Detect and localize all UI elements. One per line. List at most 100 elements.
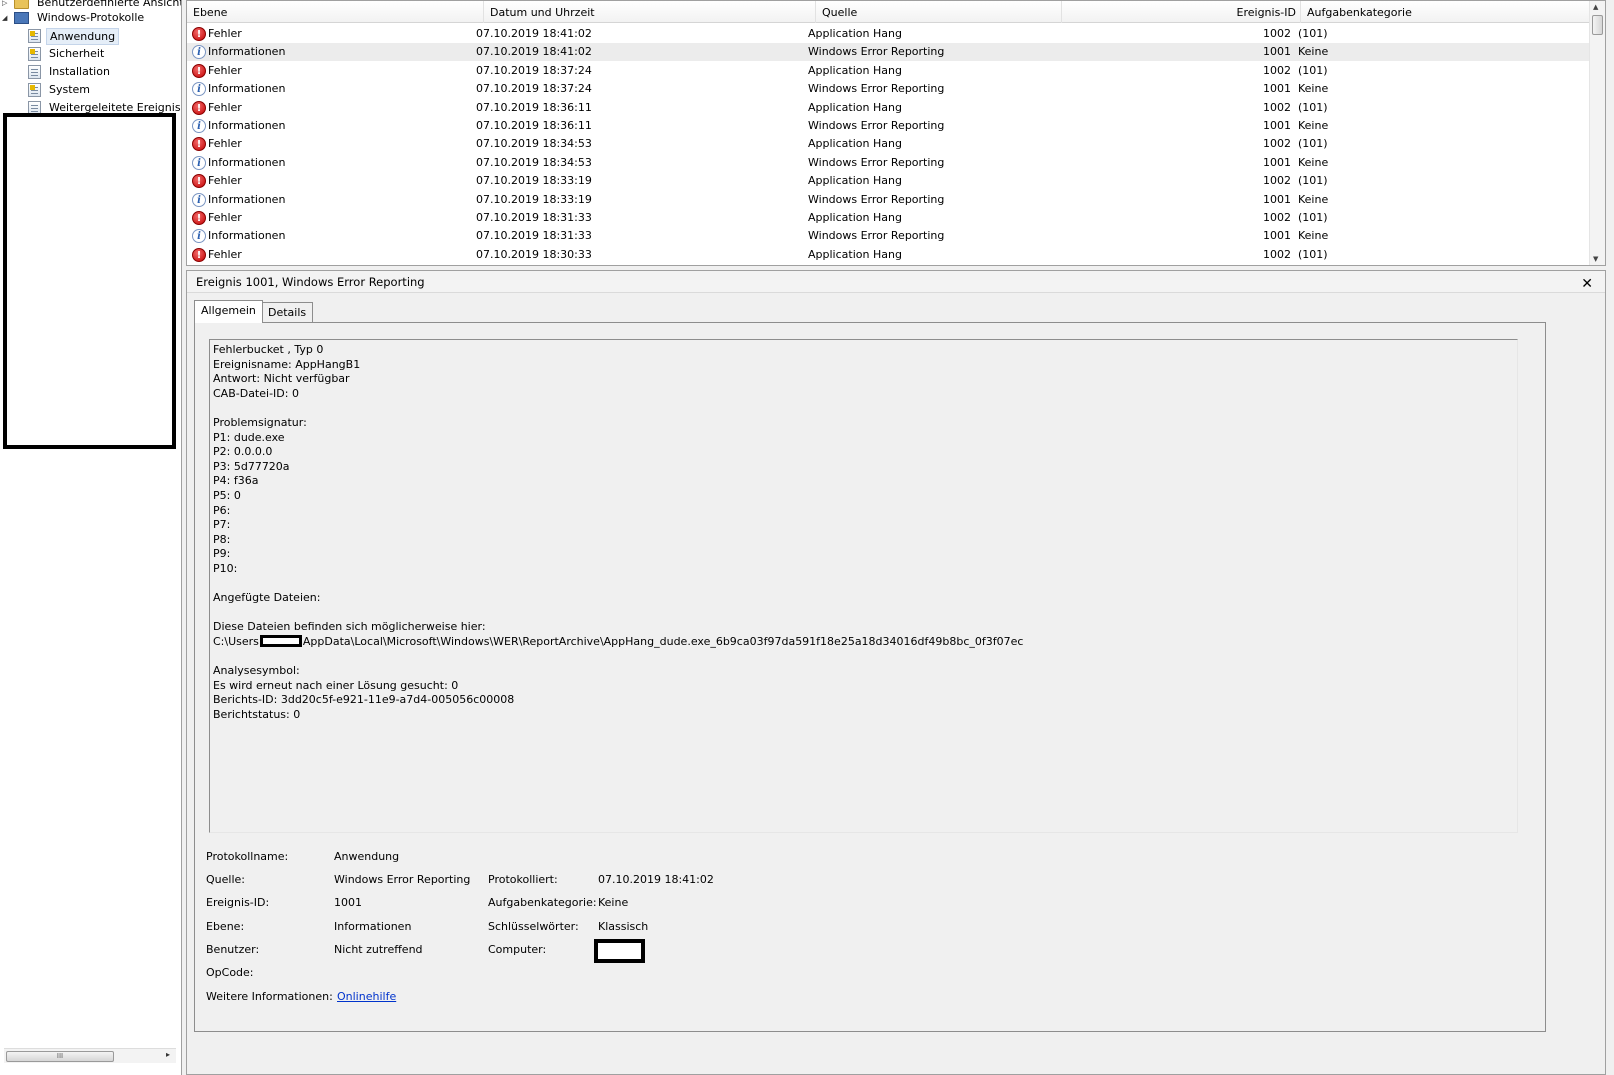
prop-computer-label: Computer: <box>488 943 547 956</box>
column-header-level[interactable]: Ebene <box>187 1 484 23</box>
table-row[interactable]: ! Fehler 07.10.2019 18:37:24 Application Ha… <box>187 62 1589 80</box>
detail-title: Ereignis 1001, Windows Error Reporting ✕ <box>187 271 1605 293</box>
expand-icon[interactable]: ▷ <box>2 0 10 7</box>
event-id-cell: 1001 <box>1263 45 1291 59</box>
table-row[interactable]: i Informationen 07.10.2019 18:33:19 Windows… <box>187 191 1589 209</box>
error-icon: ! <box>192 27 206 41</box>
collapse-icon[interactable]: ◢ <box>2 14 10 22</box>
tree-item-setup[interactable]: Installation <box>28 63 113 81</box>
prop-keywords-value: Klassisch <box>598 920 649 933</box>
date-cell: 07.10.2019 18:34:53 <box>476 155 592 169</box>
table-row[interactable]: ! Fehler 07.10.2019 18:41:02 Application Ha… <box>187 25 1589 43</box>
level-cell: Fehler <box>208 247 242 261</box>
description-block-after: Analysesymbol: Es wird erneut nach einer… <box>213 664 515 721</box>
source-cell: Windows Error Reporting <box>808 119 945 132</box>
category-cell: (101) <box>1298 27 1328 40</box>
event-list: Ebene Datum und Uhrzeit Quelle Ereignis-… <box>186 0 1606 266</box>
tree-item-label: Anwendung <box>46 27 120 45</box>
scrollbar-thumb[interactable]: III <box>6 1051 114 1062</box>
table-row[interactable]: ! Fehler 07.10.2019 18:36:11 Application Ha… <box>187 99 1589 117</box>
prop-source-label: Quelle: <box>206 873 245 886</box>
table-row[interactable]: i Informationen 07.10.2019 18:34:53 Windows… <box>187 154 1589 172</box>
prop-category-value: Keine <box>598 896 629 909</box>
category-cell: (101) <box>1298 137 1328 151</box>
prop-level-label: Ebene: <box>206 920 245 933</box>
source-cell: Windows Error Reporting <box>808 229 945 243</box>
source-cell: Windows Error Reporting <box>808 192 945 206</box>
error-icon: ! <box>192 211 206 225</box>
scroll-right-arrow-icon[interactable]: ▸ <box>166 1050 170 1059</box>
table-row[interactable]: i Informationen 07.10.2019 18:37:24 Windows… <box>187 80 1589 98</box>
event-id-cell: 1002 <box>1263 63 1291 77</box>
path-suffix: AppData\Local\Microsoft\Windows\WER\Repo… <box>302 634 1024 648</box>
event-id-cell: 1002 <box>1263 211 1291 224</box>
table-row[interactable]: ! Fehler 07.10.2019 18:34:53 Application Ha… <box>187 135 1589 153</box>
info-icon: i <box>192 229 206 244</box>
event-id-cell: 1001 <box>1263 155 1291 169</box>
source-cell: Application Hang <box>808 27 902 40</box>
tree-item-security[interactable]: Sicherheit <box>28 45 107 63</box>
level-cell: Informationen <box>208 229 286 243</box>
tree-item-windows-logs[interactable]: ◢ Windows-Protokolle <box>2 9 147 27</box>
scroll-down-arrow-icon[interactable]: ▼ <box>1593 255 1598 263</box>
tab-general[interactable]: Allgemein <box>194 300 263 323</box>
date-cell: 07.10.2019 18:31:33 <box>476 211 592 224</box>
prop-logname-value: Anwendung <box>334 850 400 863</box>
table-row[interactable]: ! Fehler 07.10.2019 18:31:33 Application Ha… <box>187 209 1589 227</box>
table-row[interactable]: ! Fehler 07.10.2019 18:30:33 Application Ha… <box>187 246 1589 264</box>
log-icon <box>28 65 41 79</box>
table-row[interactable]: i Informationen 07.10.2019 18:36:11 Windows… <box>187 117 1589 135</box>
redacted-area <box>3 113 176 449</box>
category-cell: Keine <box>1298 229 1329 243</box>
event-id-cell: 1001 <box>1263 119 1291 132</box>
prop-level-value: Informationen <box>334 920 412 933</box>
source-cell: Application Hang <box>808 247 902 261</box>
tab-general-content: Fehlerbucket , Typ 0 Ereignisname: AppHa… <box>194 322 1546 1032</box>
column-header-date[interactable]: Datum und Uhrzeit <box>484 1 816 23</box>
close-icon[interactable]: ✕ <box>1581 273 1593 295</box>
column-header-category[interactable]: Aufgabenkategorie <box>1301 1 1591 23</box>
table-row[interactable]: i Informationen 07.10.2019 18:31:33 Windows… <box>187 227 1589 245</box>
log-warning-icon <box>28 83 41 97</box>
date-cell: 07.10.2019 18:36:11 <box>476 119 592 132</box>
detail-title-text: Ereignis 1001, Windows Error Reporting <box>196 275 425 289</box>
column-header-source[interactable]: Quelle <box>816 1 1062 23</box>
online-help-link[interactable]: Onlinehilfe <box>337 990 396 1004</box>
level-cell: Informationen <box>208 82 286 96</box>
category-cell: (101) <box>1298 100 1328 114</box>
windows-logs-icon <box>14 12 29 24</box>
category-cell: Keine <box>1298 155 1329 169</box>
event-list-vertical-scrollbar[interactable]: ▲ ▼ <box>1589 1 1605 265</box>
category-cell: Keine <box>1298 192 1329 206</box>
tree-item-label: Windows-Protokolle <box>37 11 145 24</box>
tree-horizontal-scrollbar[interactable]: III ▸ <box>4 1048 176 1063</box>
event-id-cell: 1002 <box>1263 100 1291 114</box>
event-id-cell: 1002 <box>1263 27 1291 40</box>
level-cell: Fehler <box>208 27 242 40</box>
info-icon: i <box>192 45 206 60</box>
tree-item-label: Sicherheit <box>49 47 105 60</box>
tree-item-system[interactable]: System <box>28 81 93 99</box>
table-row[interactable]: ! Fehler 07.10.2019 18:33:19 Application Ha… <box>187 172 1589 190</box>
date-cell: 07.10.2019 18:33:19 <box>476 192 592 206</box>
scroll-up-arrow-icon[interactable]: ▲ <box>1593 3 1598 11</box>
scrollbar-thumb[interactable] <box>1592 15 1603 35</box>
tab-details[interactable]: Details <box>261 302 314 323</box>
info-icon: i <box>192 119 206 133</box>
source-cell: Application Hang <box>808 63 902 77</box>
error-icon: ! <box>192 174 206 189</box>
redacted-username <box>259 634 302 647</box>
table-row[interactable]: i Informationen 07.10.2019 18:41:02 Windows… <box>187 43 1589 62</box>
date-cell: 07.10.2019 18:41:02 <box>476 27 592 40</box>
column-header-event-id[interactable]: Ereignis-ID <box>1062 1 1301 23</box>
event-description-text[interactable]: Fehlerbucket , Typ 0 Ereignisname: AppHa… <box>209 339 1518 833</box>
event-id-cell: 1001 <box>1263 192 1291 206</box>
event-detail-pane: Ereignis 1001, Windows Error Reporting ✕… <box>186 270 1606 1075</box>
level-cell: Informationen <box>208 119 286 132</box>
event-id-cell: 1002 <box>1263 247 1291 261</box>
tree-item-application[interactable]: Anwendung <box>28 27 120 45</box>
date-cell: 07.10.2019 18:37:24 <box>476 82 592 96</box>
redacted-computer-name <box>594 939 645 963</box>
window-edge <box>1606 0 1614 1075</box>
date-cell: 07.10.2019 18:37:24 <box>476 63 592 77</box>
